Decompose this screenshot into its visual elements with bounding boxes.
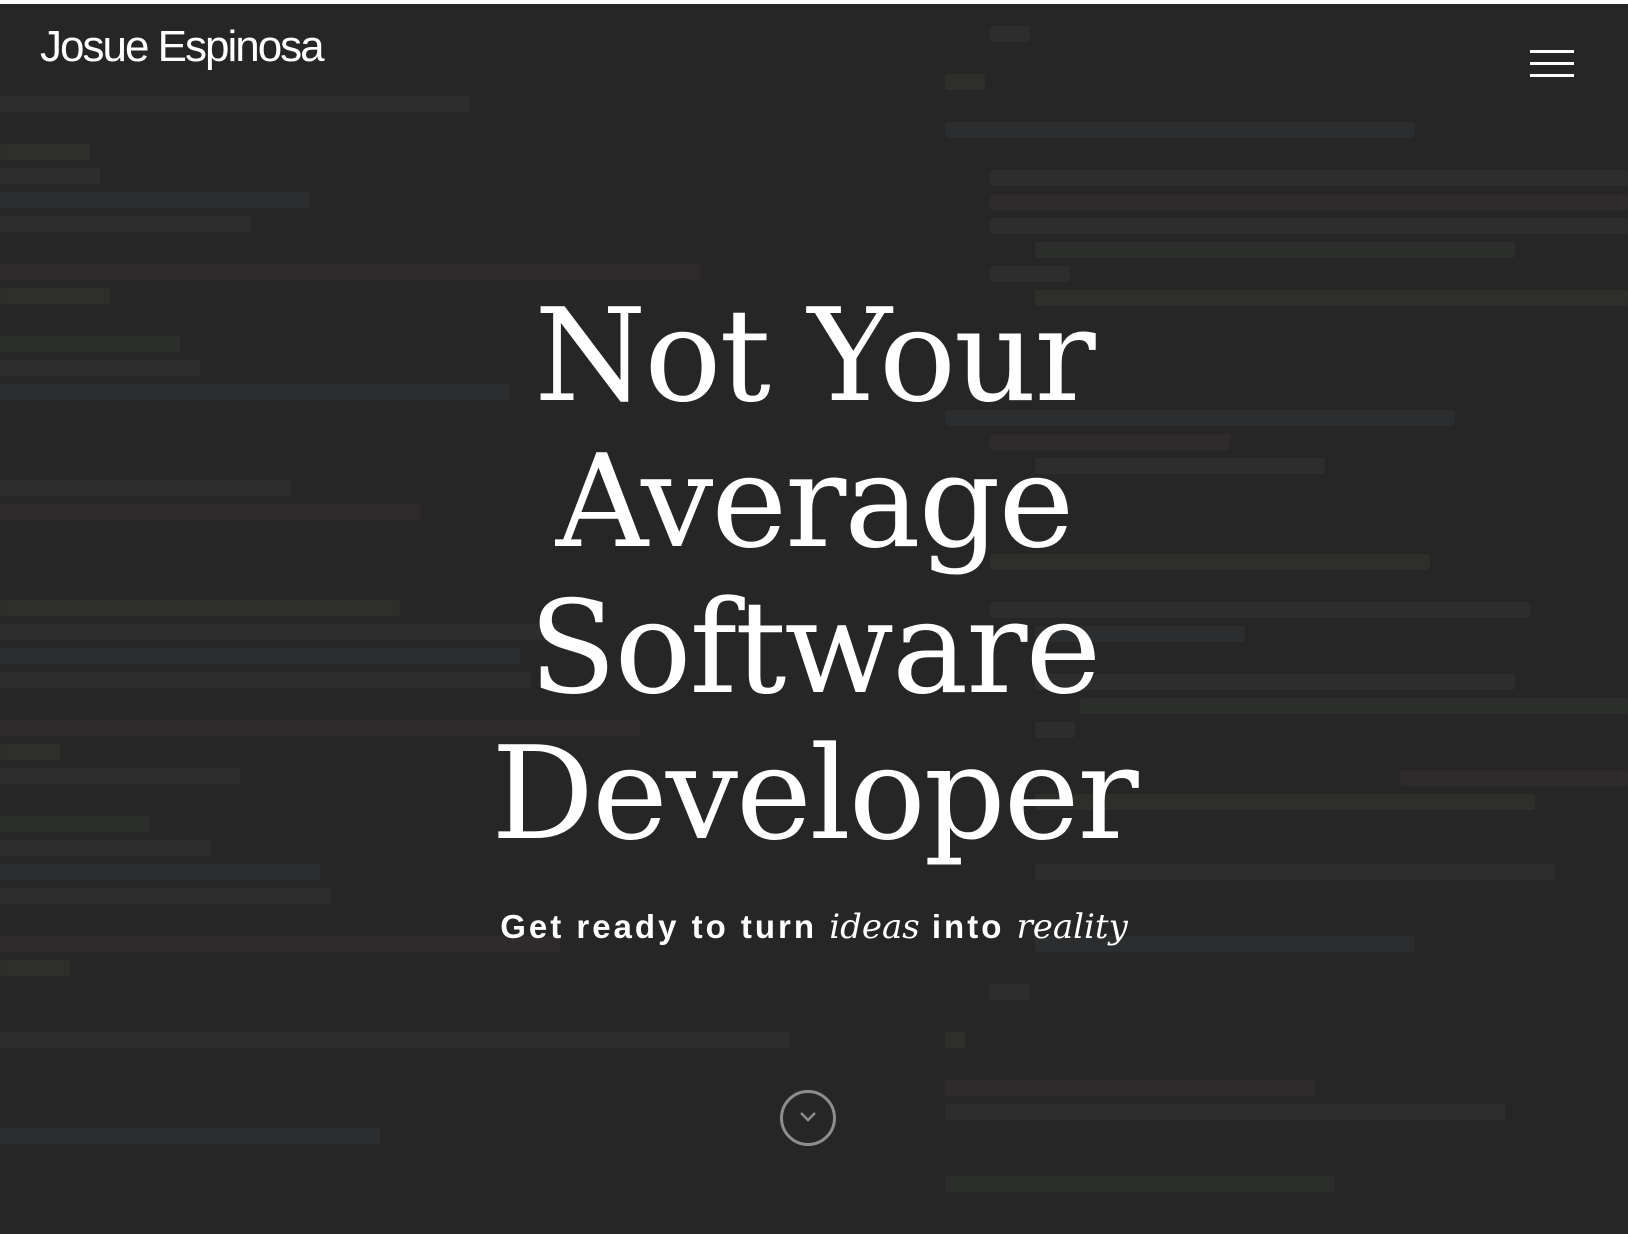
site-logo[interactable]: Josue Espinosa [40, 20, 325, 74]
hero-tagline: Get ready to turn ideas into reality [314, 904, 1314, 950]
headline-line: Not Your [534, 282, 1095, 431]
headline-line: Developer [491, 720, 1138, 869]
menu-button[interactable] [1530, 50, 1576, 82]
headline-line: Average [555, 428, 1075, 577]
hero-section: Josue Espinosa Not Your Average Software… [0, 4, 1628, 1234]
tagline-text: Get ready to turn [500, 908, 830, 945]
scroll-down-button[interactable] [780, 1090, 836, 1146]
tagline-text: into [919, 908, 1017, 945]
tagline-emphasis: ideas [829, 907, 920, 947]
headline-line: Software [528, 574, 1101, 723]
hamburger-menu-icon [1530, 50, 1574, 53]
chevron-down-icon [800, 1112, 816, 1122]
hero-headline: Not Your Average Software Developer [314, 284, 1314, 868]
tagline-emphasis: reality [1016, 907, 1128, 947]
